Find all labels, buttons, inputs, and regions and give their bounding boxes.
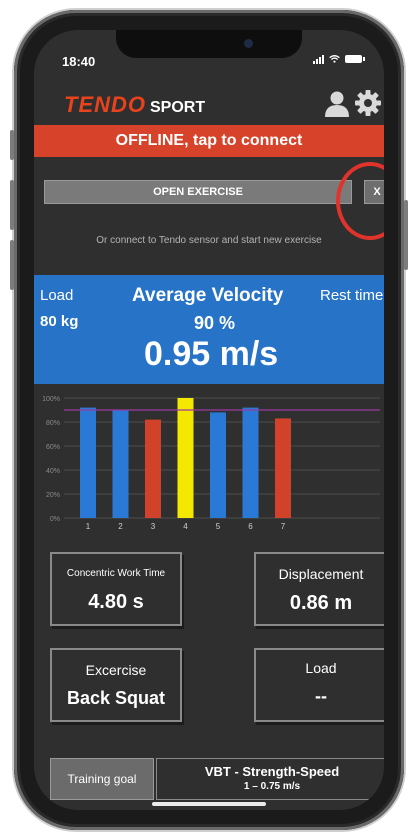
training-goal-range: 1 – 0.75 m/s xyxy=(243,781,301,792)
chart-bar xyxy=(112,410,129,518)
chart-x-tick-label: 7 xyxy=(281,522,286,531)
connect-hint: Or connect to Tendo sensor and start new… xyxy=(96,235,322,246)
chart-x-tick-label: 4 xyxy=(183,522,188,531)
chart-y-tick-label: 20% xyxy=(46,492,60,499)
offline-banner[interactable]: OFFLINE, tap to connect xyxy=(34,125,384,157)
logo-sub-text: SPORT xyxy=(150,99,206,116)
concentric-time-value: 4.80 s xyxy=(88,591,144,613)
displacement-card: Displacement 0.86 m xyxy=(254,552,384,626)
logo-main-text: TENDO xyxy=(64,92,146,117)
status-time: 18:40 xyxy=(62,54,96,69)
training-goal-mode-title: VBT - Strength-Speed xyxy=(204,764,340,779)
chart-bar xyxy=(210,412,226,518)
panel-load-value: 80 kg xyxy=(40,313,79,330)
chart-bar xyxy=(80,407,96,518)
chart-x-tick-label: 6 xyxy=(248,522,253,531)
camera-dot xyxy=(244,39,253,48)
training-goal-button[interactable]: Training goal xyxy=(50,758,154,800)
chart-y-tick-label: 40% xyxy=(46,468,60,475)
panel-velocity-value: 0.95 m/s xyxy=(144,335,279,373)
panel-rest-label: Rest time xyxy=(320,287,384,304)
chart-bar xyxy=(242,407,259,518)
displacement-value: 0.86 m xyxy=(289,592,353,614)
phone-power-button xyxy=(404,200,408,270)
notch xyxy=(116,30,302,58)
chart-bar xyxy=(177,398,194,518)
user-icon[interactable] xyxy=(324,90,350,118)
open-exercise-button[interactable]: OPEN EXERCISE xyxy=(44,180,352,204)
status-icons xyxy=(313,54,365,64)
rep-velocity-chart: 0% 20% 40% 60% 80% 100% 1 2 3 4 5 6 7 xyxy=(42,396,380,531)
chart-x-tick-label: 1 xyxy=(86,522,91,531)
chart-y-tick-label: 80% xyxy=(46,420,60,427)
exercise-label: Excercise xyxy=(85,662,147,678)
chart-x-tick-label: 2 xyxy=(118,522,123,531)
load-card[interactable]: Load -- xyxy=(254,648,384,722)
displacement-label: Displacement xyxy=(278,566,364,582)
velocity-panel: Load 80 kg Average Velocity Rest time 90… xyxy=(34,275,384,384)
annotation-circle xyxy=(336,162,384,240)
panel-load-label: Load xyxy=(40,287,74,304)
chart-y-tick-label: 60% xyxy=(46,444,60,451)
gear-icon[interactable] xyxy=(354,89,382,117)
phone-volume-down xyxy=(10,240,14,290)
phone-volume-up xyxy=(10,180,14,230)
wifi-icon xyxy=(329,55,340,63)
app-screen: 18:40 TENDO SPORT OFFLINE, tap to connec… xyxy=(34,30,384,810)
concentric-time-label: Concentric Work Time xyxy=(66,568,166,579)
chart-x-tick-label: 3 xyxy=(151,522,156,531)
panel-percent: 90 % xyxy=(194,313,236,333)
exercise-value: Back Squat xyxy=(66,688,166,708)
concentric-time-card: Concentric Work Time 4.80 s xyxy=(50,552,182,626)
battery-icon xyxy=(345,55,365,63)
phone-side-button xyxy=(10,130,14,160)
app-logo: TENDO SPORT xyxy=(64,92,205,118)
signal-icon xyxy=(313,54,324,64)
chart-bar xyxy=(275,418,291,518)
chart-y-tick-label: 100% xyxy=(42,396,60,403)
load-value: -- xyxy=(315,686,327,706)
load-label: Load xyxy=(305,660,337,676)
training-goal-mode[interactable]: VBT - Strength-Speed 1 – 0.75 m/s xyxy=(156,758,384,800)
panel-title: Average Velocity xyxy=(132,285,284,306)
exercise-card[interactable]: Excercise Back Squat xyxy=(50,648,182,722)
chart-y-tick-label: 0% xyxy=(50,516,60,523)
chart-bar xyxy=(145,419,161,518)
home-indicator[interactable] xyxy=(152,802,266,806)
chart-x-tick-label: 5 xyxy=(216,522,221,531)
